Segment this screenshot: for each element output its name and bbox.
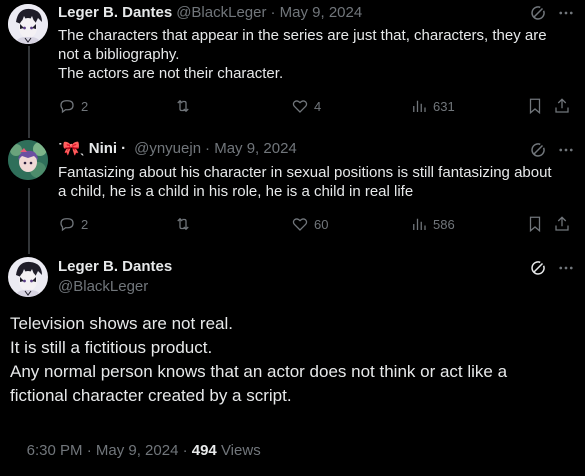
- tweet-line: not a bibliography.: [58, 46, 180, 63]
- views-count: 631: [433, 98, 455, 114]
- tweet-date[interactable]: · May 9, 2024: [205, 140, 297, 157]
- tweet-line: Any normal person knows that an actor do…: [10, 362, 508, 381]
- grok-icon[interactable]: [529, 141, 547, 159]
- tweet-line: Television shows are not real.: [10, 314, 234, 333]
- thread-line: [28, 46, 30, 138]
- bookmark-button[interactable]: [526, 215, 544, 233]
- views-label: Views: [216, 442, 261, 459]
- reply-button[interactable]: 2: [58, 215, 88, 233]
- reply-icon: [60, 218, 74, 232]
- tweet-line: Fantasizing about his character in sexua…: [58, 164, 552, 181]
- more-icon[interactable]: [557, 141, 575, 159]
- reply-count: 2: [81, 216, 89, 232]
- bookmark-icon: [529, 216, 541, 233]
- author-name-decoration: ˙🎀ˎ: [58, 140, 85, 156]
- share-button[interactable]: [553, 215, 571, 233]
- reply-icon: [60, 100, 74, 114]
- repost-button[interactable]: [174, 215, 197, 233]
- tweet-date[interactable]: · May 9, 2024: [270, 4, 362, 21]
- repost-button[interactable]: [174, 97, 197, 115]
- views-button[interactable]: 586: [410, 215, 455, 233]
- author-handle[interactable]: @ynyuejn: [134, 140, 201, 157]
- tweet-line: fictional character created by a script.: [10, 386, 292, 405]
- views-button[interactable]: 631: [410, 97, 455, 115]
- like-button[interactable]: 60: [291, 215, 328, 233]
- more-icon[interactable]: [557, 4, 575, 22]
- thread-line: [28, 188, 30, 254]
- tweet-line: a child, he is a child in his role, he i…: [58, 183, 414, 200]
- repost-icon: [177, 217, 189, 231]
- share-icon: [555, 216, 569, 231]
- grok-icon[interactable]: [529, 4, 547, 22]
- reply-button[interactable]: 2: [58, 97, 88, 115]
- like-count: 4: [314, 98, 322, 114]
- like-button[interactable]: 4: [291, 97, 321, 115]
- tweet-line: The characters that appear in the series…: [58, 27, 547, 44]
- author-name[interactable]: Leger B. Dantes: [58, 258, 172, 275]
- avatar[interactable]: [8, 4, 48, 44]
- name-separator: ·: [121, 140, 127, 157]
- tweet-meta: 6:30 PM · May 9, 2024 · 494 Views: [10, 425, 261, 476]
- like-count: 60: [314, 216, 329, 232]
- more-icon[interactable]: [557, 259, 575, 277]
- reply-count: 2: [81, 98, 89, 114]
- author-handle[interactable]: @BlackLeger: [176, 4, 266, 21]
- tweet-actions: 2 60 586: [58, 215, 573, 235]
- tweet-text: Fantasizing about his character in sexua…: [58, 163, 578, 201]
- bookmark-icon: [529, 98, 541, 115]
- bookmark-button[interactable]: [526, 97, 544, 115]
- main-tweet-text: Television shows are not real. It is sti…: [10, 312, 580, 408]
- author-name[interactable]: Leger B. Dantes: [58, 4, 172, 21]
- views-count: 586: [433, 216, 455, 232]
- like-icon: [292, 100, 308, 113]
- tweet-line: It is still a fictitious product.: [10, 338, 213, 357]
- views-count: 494: [191, 442, 217, 459]
- tweet-timestamp[interactable]: 6:30 PM · May 9, 2024 ·: [27, 442, 192, 459]
- avatar[interactable]: [8, 140, 48, 180]
- author-handle[interactable]: @BlackLeger: [58, 278, 148, 295]
- views-icon: [413, 218, 426, 230]
- tweet-text: The characters that appear in the series…: [58, 26, 578, 83]
- repost-icon: [177, 99, 189, 113]
- share-button[interactable]: [553, 97, 571, 115]
- like-icon: [292, 218, 308, 231]
- author-name[interactable]: Nini: [89, 140, 117, 157]
- avatar[interactable]: [8, 257, 48, 297]
- tweet-actions: 2 4 631: [58, 97, 573, 117]
- views-icon: [413, 100, 426, 112]
- share-icon: [555, 98, 569, 113]
- tweet-line: The actors are not their character.: [58, 65, 284, 82]
- grok-icon[interactable]: [529, 259, 547, 277]
